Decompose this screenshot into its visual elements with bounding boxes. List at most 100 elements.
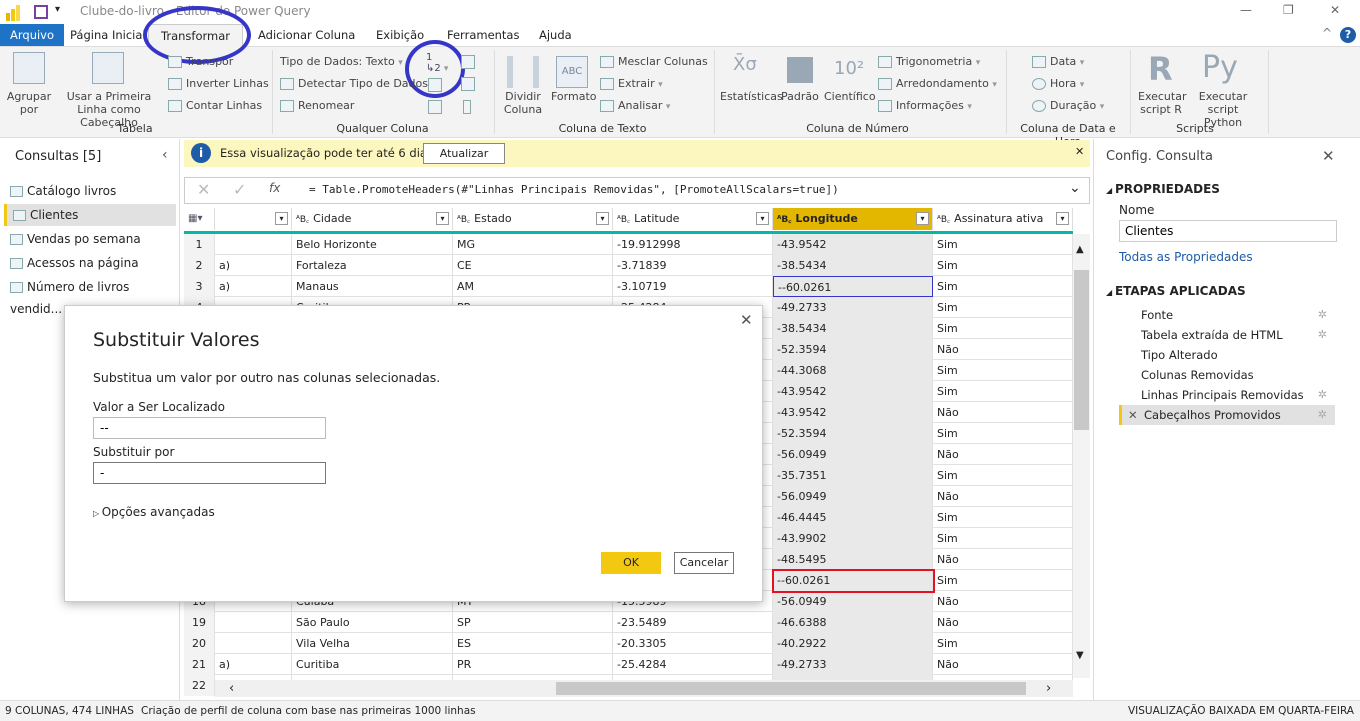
cancel-formula-icon[interactable]: ✕ — [197, 180, 210, 199]
tab-pagina-inicial[interactable]: Página Inicial — [60, 24, 156, 46]
table-cell[interactable]: -43.9542 — [773, 402, 933, 423]
table-cell[interactable]: Sim — [933, 528, 1073, 549]
split-column-button[interactable]: Dividir Coluna — [500, 90, 546, 116]
table-cell[interactable]: -46.6388 — [773, 612, 933, 633]
help-icon[interactable]: ? — [1340, 27, 1356, 43]
step-settings-gear-icon[interactable]: ✲ — [1318, 405, 1327, 425]
table-cell[interactable]: -56.0949 — [773, 486, 933, 507]
table-cell[interactable]: ES — [453, 633, 613, 654]
date-button[interactable]: Data ▾ — [1032, 55, 1084, 68]
fx-icon[interactable]: fx — [269, 181, 280, 195]
time-button[interactable]: Hora ▾ — [1032, 77, 1084, 90]
table-cell[interactable]: a) — [215, 255, 292, 276]
scientific-button[interactable]: Científico — [824, 90, 876, 103]
column-header[interactable]: ᴬB꜀ Longitude ▾ — [773, 208, 933, 230]
table-cell[interactable]: -25.4284 — [613, 654, 773, 675]
vertical-scroll-thumb[interactable] — [1074, 270, 1089, 430]
column-filter-dropdown-icon[interactable]: ▾ — [596, 212, 609, 225]
table-cell[interactable]: -56.0949 — [773, 444, 933, 465]
table-cell[interactable]: Sim — [933, 633, 1073, 654]
table-cell[interactable]: Não — [933, 549, 1073, 570]
column-filter-dropdown-icon[interactable]: ▾ — [756, 212, 769, 225]
table-cell[interactable]: Sim — [933, 234, 1073, 255]
column-filter-dropdown-icon[interactable]: ▾ — [275, 212, 288, 225]
close-settings-icon[interactable]: ✕ — [1322, 147, 1335, 165]
fill-icon[interactable] — [428, 78, 442, 92]
table-cell[interactable]: -56.0949 — [773, 591, 933, 612]
table-cell[interactable]: Sim — [933, 570, 1073, 591]
refresh-button[interactable]: Atualizar — [423, 143, 505, 164]
table-cell[interactable]: -43.9542 — [773, 381, 933, 402]
count-rows-button[interactable]: Contar Linhas — [168, 99, 262, 112]
table-cell[interactable]: Sim — [933, 318, 1073, 339]
standard-button[interactable]: Padrão — [781, 90, 819, 103]
query-item[interactable]: Acessos na página — [4, 252, 176, 274]
applied-step[interactable]: Tipo Alterado — [1119, 345, 1335, 365]
query-item[interactable]: Número de livros vendid... — [4, 276, 176, 316]
table-cell[interactable]: Sim — [933, 360, 1073, 381]
merge-columns-button[interactable]: Mesclar Colunas — [600, 55, 708, 68]
applied-step[interactable]: Tabela extraída de HTML ✲ — [1119, 325, 1335, 345]
table-cell[interactable]: CE — [453, 255, 613, 276]
table-cell[interactable]: -38.5434 — [773, 255, 933, 276]
horizontal-scroll-thumb[interactable] — [556, 682, 1026, 695]
cancel-button[interactable]: Cancelar — [674, 552, 734, 574]
table-cell[interactable]: Vila Velha — [292, 633, 453, 654]
table-cell[interactable]: --60.0261 — [773, 276, 933, 297]
convert-list-icon[interactable] — [463, 100, 471, 114]
column-header[interactable]: ᴬB꜀ Estado ▾ — [453, 208, 613, 230]
table-cell[interactable]: -19.912998 — [613, 234, 773, 255]
table-cell[interactable]: -44.3068 — [773, 360, 933, 381]
applied-step[interactable]: ✕ Cabeçalhos Promovidos ✲ — [1119, 405, 1335, 425]
parse-button[interactable]: Analisar ▾ — [600, 99, 670, 112]
table-cell[interactable]: a) — [215, 654, 292, 675]
table-cell[interactable]: MG — [453, 234, 613, 255]
expand-formula-icon[interactable]: ⌄ — [1069, 180, 1081, 196]
column-header[interactable]: ᴬB꜀ Assinatura ativa ▾ — [933, 208, 1073, 230]
table-cell[interactable]: Curitiba — [292, 654, 453, 675]
table-corner-menu[interactable]: ▦▾ — [184, 208, 215, 230]
table-cell[interactable]: -43.9542 — [773, 234, 933, 255]
collapse-ribbon-icon[interactable]: ^ — [1322, 26, 1332, 40]
table-cell[interactable]: -38.5434 — [773, 318, 933, 339]
dialog-close-icon[interactable]: ✕ — [740, 311, 753, 329]
collapse-queries-icon[interactable]: ‹ — [162, 147, 168, 163]
table-cell[interactable]: -43.9902 — [773, 528, 933, 549]
transpose-button[interactable]: Transpor — [168, 55, 233, 68]
table-cell[interactable]: -52.3594 — [773, 339, 933, 360]
column-header[interactable]: ᴬB꜀ Latitude ▾ — [613, 208, 773, 230]
table-cell[interactable]: Sim — [933, 297, 1073, 318]
table-cell[interactable]: -23.5489 — [613, 612, 773, 633]
step-settings-gear-icon[interactable]: ✲ — [1318, 325, 1327, 345]
close-window-button[interactable]: ✕ — [1330, 3, 1340, 17]
applied-step[interactable]: Colunas Removidas — [1119, 365, 1335, 385]
reverse-rows-button[interactable]: Inverter Linhas — [168, 77, 269, 90]
replace-with-input[interactable] — [93, 462, 326, 484]
table-cell[interactable]: -52.3594 — [773, 423, 933, 444]
duration-button[interactable]: Duração ▾ — [1032, 99, 1104, 112]
statistics-button[interactable]: Estatísticas — [720, 90, 783, 103]
step-settings-gear-icon[interactable]: ✲ — [1318, 305, 1327, 325]
all-properties-link[interactable]: Todas as Propriedades — [1119, 250, 1253, 264]
query-item[interactable]: Catálogo livros — [4, 180, 176, 202]
column-header[interactable]: ▾ — [215, 208, 292, 230]
table-cell[interactable]: Sim — [933, 255, 1073, 276]
run-r-script-button[interactable]: Executar script R — [1138, 90, 1187, 116]
table-cell[interactable]: a) — [215, 276, 292, 297]
rename-button[interactable]: Renomear — [280, 99, 354, 112]
tab-arquivo[interactable]: Arquivo — [0, 24, 65, 46]
data-type-dropdown[interactable]: Tipo de Dados: Texto ▾ — [280, 55, 403, 68]
table-cell[interactable]: Não — [933, 486, 1073, 507]
table-cell[interactable]: Não — [933, 339, 1073, 360]
table-cell[interactable]: São Paulo — [292, 612, 453, 633]
applied-step[interactable]: Fonte ✲ — [1119, 305, 1335, 325]
table-cell[interactable]: Sim — [933, 465, 1073, 486]
column-filter-dropdown-icon[interactable]: ▾ — [1056, 212, 1069, 225]
table-cell[interactable]: -3.71839 — [613, 255, 773, 276]
table-cell[interactable] — [215, 234, 292, 255]
group-by-button[interactable]: Agrupar por — [6, 90, 52, 116]
pivot-column-icon[interactable] — [428, 100, 442, 114]
information-button[interactable]: Informações ▾ — [878, 99, 972, 112]
table-cell[interactable]: Sim — [933, 276, 1073, 297]
table-cell[interactable]: -40.2922 — [773, 633, 933, 654]
